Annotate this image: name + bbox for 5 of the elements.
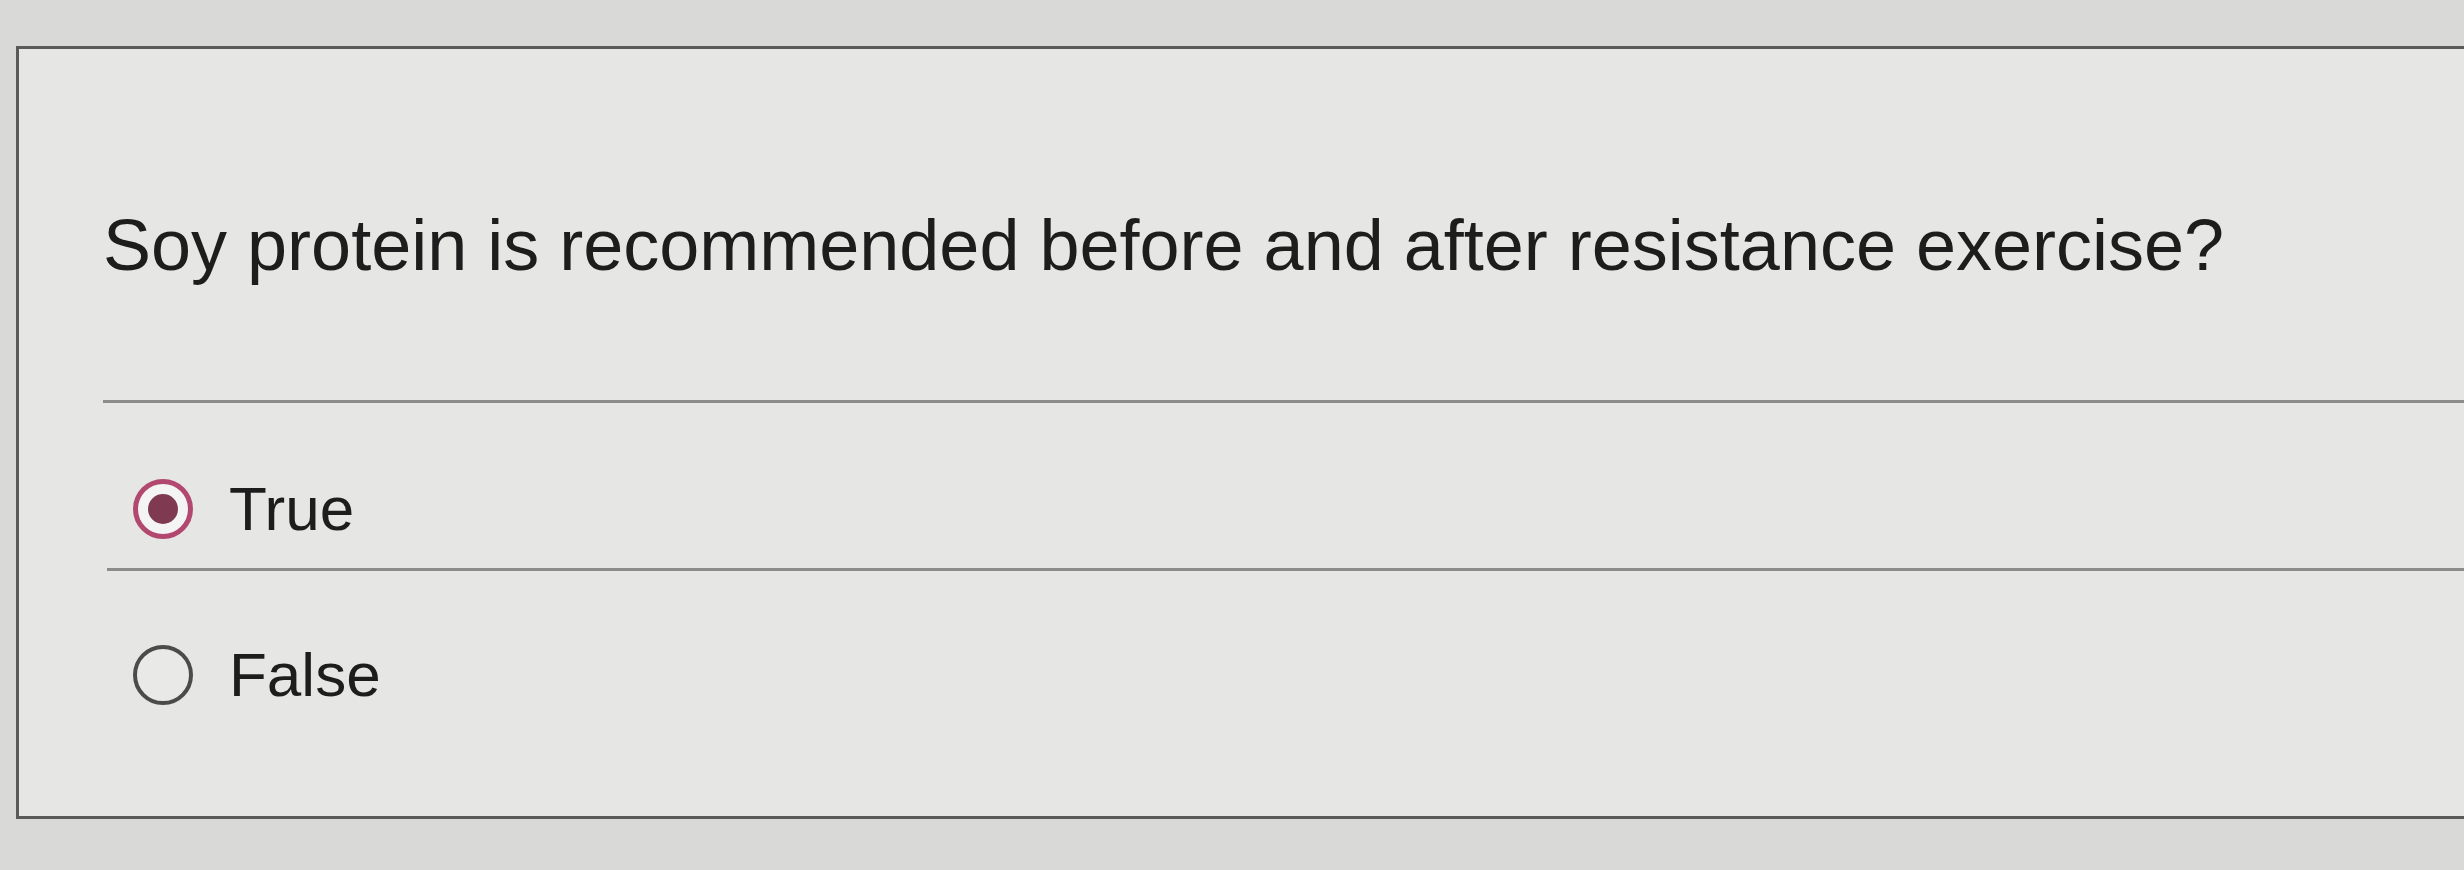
option-label[interactable]: True <box>229 477 355 541</box>
question-text: Soy protein is recommended before and after resistance exercise? <box>103 204 2225 287</box>
radio-button[interactable] <box>133 479 193 539</box>
radio-button[interactable] <box>133 645 193 705</box>
option-label[interactable]: False <box>229 643 381 707</box>
